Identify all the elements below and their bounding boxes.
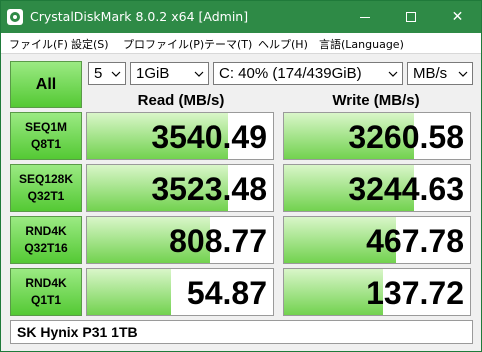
write-speed-value: 137.72 xyxy=(366,275,464,311)
write-result-2: 3244.63 xyxy=(283,164,471,212)
maximize-icon xyxy=(406,12,416,22)
menu-profile[interactable]: プロファイル(P) xyxy=(123,36,204,52)
write-column-header: Write (MB/s) xyxy=(332,92,420,109)
test-label-line1: SEQ1M xyxy=(24,120,67,134)
window-title: CrystalDiskMark 8.0.2 x64 [Admin] xyxy=(30,9,249,24)
menu-bar: ファイル(F) 設定(S) プロファイル(P) テーマ(T) ヘルプ(H) 言語… xyxy=(1,33,481,54)
menu-theme[interactable]: テーマ(T) xyxy=(204,36,252,52)
write-result-1: 3260.58 xyxy=(283,112,471,160)
minimize-icon xyxy=(360,16,370,18)
app-window: CrystalDiskMark 8.0.2 x64 [Admin] ✕ ファイル… xyxy=(0,0,482,352)
test-button-3[interactable]: RND4K Q32T16 xyxy=(10,216,82,264)
menu-file[interactable]: ファイル(F) xyxy=(9,36,68,52)
read-result-4: 54.87 xyxy=(86,268,274,316)
read-speed-value: 54.87 xyxy=(186,275,267,311)
chevron-down-icon xyxy=(111,71,121,77)
write-speed-value: 3244.63 xyxy=(348,171,464,207)
write-speed-value: 3260.58 xyxy=(348,119,464,155)
test-size-select[interactable]: 1GiB xyxy=(130,62,209,85)
read-result-3: 808.77 xyxy=(86,216,274,264)
unit-value: MB/s xyxy=(413,65,448,82)
test-label-line2: Q1T1 xyxy=(30,293,61,307)
menu-help[interactable]: ヘルプ(H) xyxy=(258,36,308,52)
maximize-button[interactable] xyxy=(388,1,434,33)
read-result-2: 3523.48 xyxy=(86,164,274,212)
read-column-header: Read (MB/s) xyxy=(137,92,225,109)
test-label-line1: RND4K xyxy=(25,276,67,290)
test-label-line1: RND4K xyxy=(25,224,67,238)
write-result-3: 467.78 xyxy=(283,216,471,264)
chevron-down-icon xyxy=(458,71,468,77)
test-button-1[interactable]: SEQ1M Q8T1 xyxy=(10,112,82,160)
drive-value: C: 40% (174/439GiB) xyxy=(219,65,362,82)
test-label-line1: SEQ128K xyxy=(18,172,74,186)
test-button-4[interactable]: RND4K Q1T1 xyxy=(10,268,82,316)
close-icon: ✕ xyxy=(451,9,464,25)
test-label-line2: Q32T16 xyxy=(24,241,68,255)
read-result-1: 3540.49 xyxy=(86,112,274,160)
read-speed-bar xyxy=(87,269,171,315)
test-label-line2: Q8T1 xyxy=(30,137,61,151)
title-bar[interactable]: CrystalDiskMark 8.0.2 x64 [Admin] ✕ xyxy=(1,1,481,33)
read-speed-value: 3540.49 xyxy=(151,119,267,155)
test-size-value: 1GiB xyxy=(136,65,170,82)
test-button-2[interactable]: SEQ128K Q32T1 xyxy=(10,164,82,212)
minimize-button[interactable] xyxy=(342,1,388,33)
close-button[interactable]: ✕ xyxy=(434,1,481,33)
read-speed-value: 808.77 xyxy=(169,223,267,259)
read-speed-value: 3523.48 xyxy=(151,171,267,207)
unit-select[interactable]: MB/s xyxy=(407,62,473,85)
test-count-select[interactable]: 5 xyxy=(88,62,126,85)
drive-select[interactable]: C: 40% (174/439GiB) xyxy=(213,62,403,85)
drive-name-field[interactable]: SK Hynix P31 1TB xyxy=(10,320,473,344)
write-result-4: 137.72 xyxy=(283,268,471,316)
test-label-line2: Q32T1 xyxy=(27,189,65,203)
test-count-value: 5 xyxy=(94,65,103,82)
all-button[interactable]: All xyxy=(10,61,82,108)
chevron-down-icon xyxy=(194,71,204,77)
app-icon xyxy=(7,9,23,25)
write-speed-value: 467.78 xyxy=(366,223,464,259)
chevron-down-icon xyxy=(388,71,398,77)
menu-language[interactable]: 言語(Language) xyxy=(319,36,404,52)
menu-settings[interactable]: 設定(S) xyxy=(71,36,109,52)
